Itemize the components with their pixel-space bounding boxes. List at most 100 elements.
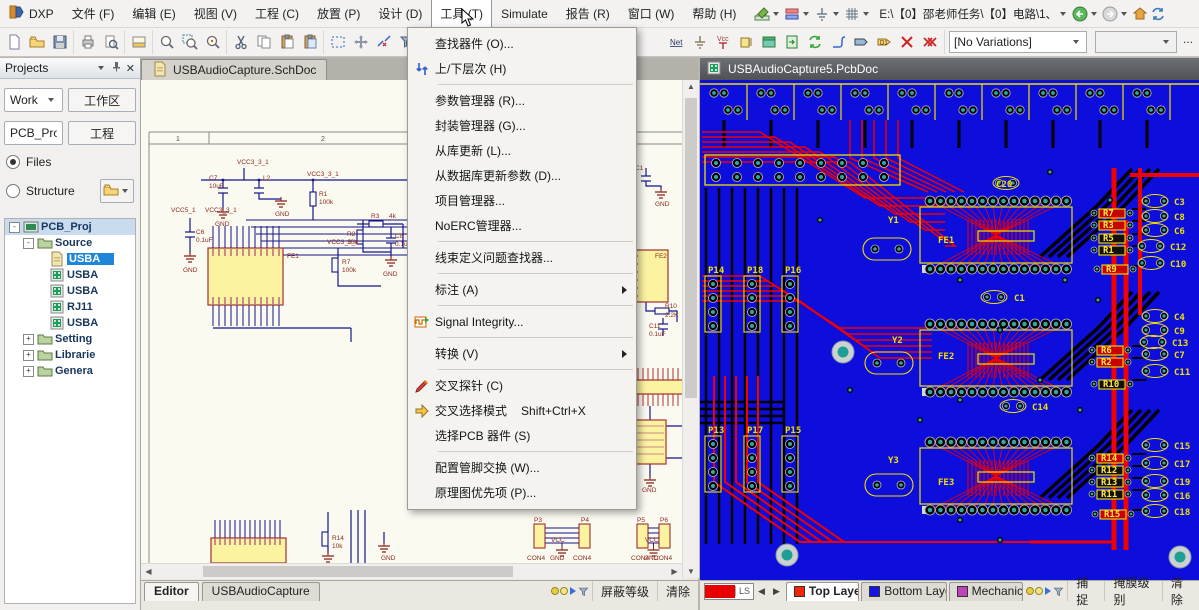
tree-item[interactable]: +Genera [5, 363, 135, 379]
tools-menu-item[interactable]: 交叉选择模式Shift+Ctrl+X [408, 398, 636, 423]
tools-menu-item[interactable]: 标注 (A) [408, 277, 636, 302]
tools-menu-item[interactable]: 原理图优先项 (P)... [408, 480, 636, 505]
tools-menu-item[interactable]: 查找器件 (O)... [408, 31, 636, 56]
tools-menu-item[interactable]: 项目管理器... [408, 188, 636, 213]
no-erc-icon[interactable] [896, 31, 919, 53]
files-radio[interactable] [6, 155, 20, 169]
project-dropdown[interactable]: PCB_Proje [4, 121, 63, 145]
paste-special-icon[interactable] [298, 31, 321, 53]
layer-set-swatch[interactable]: LS [704, 583, 754, 600]
zoom-point-icon[interactable] [201, 31, 224, 53]
scroll-left-icon[interactable]: ◀ [141, 567, 156, 576]
tools-menu-item[interactable]: 参数管理器 (R)... [408, 88, 636, 113]
tools-menu-item[interactable]: 交叉探针 (C) [408, 373, 636, 398]
tree-expand-toggle[interactable]: + [23, 350, 34, 361]
tree-expand-toggle[interactable]: - [23, 238, 34, 249]
sheet-symbol-icon[interactable] [758, 31, 781, 53]
forward-icon[interactable] [1101, 3, 1131, 25]
back-icon[interactable] [1071, 3, 1101, 25]
empty-dropdown[interactable] [1095, 31, 1177, 53]
sync-icon[interactable] [1149, 3, 1167, 25]
play-icon[interactable] [570, 587, 576, 595]
scroll-up-icon[interactable]: ▲ [683, 82, 699, 91]
tools-menu-item[interactable]: 从库更新 (L)... [408, 138, 636, 163]
break-wire-icon[interactable] [372, 31, 395, 53]
tools-menu-item[interactable]: NoERC管理器... [408, 213, 636, 238]
menubar-item[interactable]: 帮助 (H) [683, 0, 745, 27]
power-tools-icon[interactable] [813, 3, 843, 25]
tree-item[interactable]: +Setting [5, 331, 135, 347]
save-icon[interactable] [48, 31, 71, 53]
tools-menu-item[interactable]: 配置管脚交换 (W)... [408, 455, 636, 480]
filter-icon[interactable] [1053, 586, 1064, 597]
zoom-fit-icon[interactable] [155, 31, 178, 53]
net-label-icon[interactable]: Net [666, 31, 689, 53]
tools-menu-item[interactable]: Signal Integrity... [408, 309, 636, 334]
open-project-button[interactable] [100, 179, 134, 203]
tools-menu-item[interactable]: 选择PCB 器件 (S) [408, 423, 636, 448]
workspace-panel-icon[interactable] [127, 31, 150, 53]
annotate-tag-icon[interactable]: D1 [873, 31, 896, 53]
tools-menu-item[interactable]: 线束定义问题查找器... [408, 245, 636, 270]
pcb-canvas[interactable]: C20Y1FE1P14P18P16C1C3C8C6C12C10R7R3R5R1R… [700, 80, 1199, 580]
scrollbar-thumb[interactable] [685, 98, 697, 398]
dxp-menu[interactable]: DXP [0, 0, 63, 27]
tree-item[interactable]: -PCB_Proj [5, 219, 135, 235]
tab-schdoc[interactable]: USBAudioCapture.SchDoc [141, 59, 327, 80]
structure-radio-row[interactable]: Structure [6, 179, 134, 203]
bus-entry-icon[interactable] [827, 31, 850, 53]
menubar-item[interactable]: 报告 (R) [557, 0, 619, 27]
port-icon[interactable] [850, 31, 873, 53]
menubar-item[interactable]: 文件 (F) [63, 0, 124, 27]
menubar-item[interactable]: 窗口 (W) [619, 0, 684, 27]
place-part-icon[interactable] [735, 31, 758, 53]
vertical-scrollbar[interactable]: ▲ ▼ [682, 80, 699, 578]
files-radio-row[interactable]: Files [6, 155, 134, 169]
zoom-area-icon[interactable] [178, 31, 201, 53]
print-preview-icon[interactable] [99, 31, 122, 53]
pcb-title-bar[interactable]: USBAudioCapture5.PcbDoc [700, 58, 1199, 80]
copy-icon[interactable] [252, 31, 275, 53]
menubar-item[interactable]: 视图 (V) [185, 0, 246, 27]
vcc-port-icon[interactable]: Vcc [712, 31, 735, 53]
play-icon[interactable] [1045, 587, 1051, 595]
select-area-icon[interactable] [326, 31, 349, 53]
workspace-dropdown[interactable]: Work [4, 88, 63, 112]
menubar-item[interactable]: 工程 (C) [246, 0, 308, 27]
tree-item[interactable]: USBA [5, 315, 135, 331]
scroll-right-icon[interactable]: ▶ [667, 567, 682, 576]
tree-item[interactable]: USBA [5, 267, 135, 283]
close-icon[interactable]: ✕ [126, 62, 135, 75]
no-erc-all-icon[interactable] [919, 31, 942, 53]
layer-tab[interactable]: Top Layer [786, 582, 859, 601]
more-options-button[interactable]: ... [1181, 32, 1199, 52]
update-refresh-icon[interactable] [804, 31, 827, 53]
layer-tools-icon[interactable] [783, 3, 813, 25]
tree-expand-toggle[interactable]: + [23, 334, 34, 345]
editor-tab[interactable]: Editor [144, 582, 199, 601]
clear-button[interactable]: 清除 [657, 581, 698, 601]
recent-path-dropdown[interactable]: E:\【0】邵老师任务\【0】电路\1、 [879, 3, 1069, 25]
tree-expand-toggle[interactable]: - [9, 222, 20, 233]
tools-menu-item[interactable]: 从数据库更新参数 (D)... [408, 163, 636, 188]
tools-menu-item[interactable]: 封装管理器 (G)... [408, 113, 636, 138]
sheet-entry-icon[interactable] [781, 31, 804, 53]
layer-tab[interactable]: Bottom Layer [861, 582, 946, 601]
tree-item[interactable]: +Librarie [5, 347, 135, 363]
layer-scroll-left-icon[interactable]: ◀ [754, 586, 769, 597]
clear-button[interactable]: 清除 [1162, 581, 1199, 601]
tree-item[interactable]: USBA [5, 283, 135, 299]
filter-icon[interactable] [578, 586, 589, 597]
workspace-button[interactable]: 工作区 [68, 88, 136, 112]
paste-icon[interactable] [275, 31, 298, 53]
tree-item[interactable]: RJ11 [5, 299, 135, 315]
mask-level-button[interactable]: 屏蔽等级 [592, 581, 657, 601]
horizontal-scrollbar[interactable]: ◀ ▶ [141, 563, 682, 579]
menubar-item[interactable]: Simulate [492, 2, 557, 26]
print-icon[interactable] [76, 31, 99, 53]
scrollbar-thumb[interactable] [203, 566, 513, 577]
tools-menu-item[interactable]: 上/下层次 (H) [408, 56, 636, 81]
layer-scroll-right-icon[interactable]: ▶ [769, 586, 784, 597]
pin-icon[interactable] [112, 61, 121, 75]
menubar-item[interactable]: 编辑 (E) [123, 0, 184, 27]
